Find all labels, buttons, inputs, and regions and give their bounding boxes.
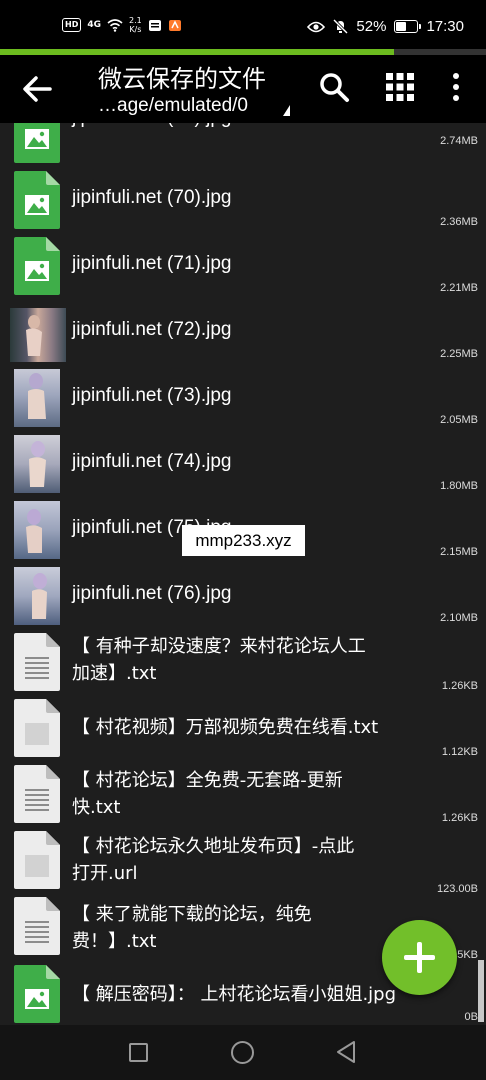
search-button[interactable] [316, 69, 354, 107]
hd-badge: HD [62, 18, 82, 32]
file-row[interactable]: jipinfuli.net (69).jpg 2.74MB [0, 123, 486, 171]
page-title: 微云保存的文件 [98, 65, 266, 93]
back-button[interactable] [18, 71, 58, 107]
grid-view-button[interactable] [382, 69, 418, 105]
text-file-icon [14, 699, 60, 757]
photo-thumbnail [14, 567, 60, 625]
mute-icon [333, 19, 349, 34]
status-right: 52% 17:30 [307, 18, 464, 35]
file-row[interactable]: jipinfuli.net (70).jpg 2.36MB [0, 171, 486, 237]
file-size: 1.26KB [441, 680, 478, 692]
file-name-line1: 【 村花论坛】全免费-无套路-更新 [72, 770, 343, 791]
plus-icon-vertical [417, 942, 422, 973]
net-speed-unit: K/s [129, 25, 142, 34]
file-row[interactable]: jipinfuli.net (76).jpg 2.10MB [0, 567, 486, 633]
file-list: jipinfuli.net (69).jpg 2.74MB jipinfuli.… [0, 123, 486, 1025]
file-row[interactable]: jipinfuli.net (73).jpg 2.05MB [0, 369, 486, 435]
image-file-icon [14, 171, 60, 229]
text-file-icon [14, 831, 60, 889]
file-row[interactable]: 【 村花视频】万部视频免费在线看.txt 1.12KB [0, 699, 486, 765]
file-name: jipinfuli.net (74).jpg [72, 451, 232, 472]
file-name: jipinfuli.net (71).jpg [72, 253, 232, 274]
scrollbar-thumb[interactable] [478, 960, 484, 1022]
file-name-line1: 【 村花论坛永久地址发布页】-点此 [72, 836, 355, 857]
back-triangle-icon[interactable] [335, 1040, 357, 1064]
status-left: HD 4G 2.1 K/s [62, 16, 182, 34]
file-size: 1.80MB [440, 480, 478, 492]
file-name-line1: 【 有种子却没速度？来村花论坛人工 [72, 636, 366, 657]
file-row[interactable]: jipinfuli.net (71).jpg 2.21MB [0, 237, 486, 303]
file-size: 1.12KB [441, 746, 478, 758]
photo-thumbnail [14, 501, 60, 559]
file-size: 123.00B [437, 883, 478, 895]
home-circle-icon[interactable] [231, 1041, 254, 1064]
grid-view-icon [386, 73, 414, 101]
more-vert-icon [453, 73, 459, 101]
file-name-line2: 费！】.txt [72, 931, 157, 952]
file-size: 0B [464, 1011, 478, 1023]
eye-icon [307, 21, 326, 32]
file-size: 2.74MB [440, 135, 478, 147]
photo-thumbnail [14, 435, 60, 493]
file-row[interactable]: 【 有种子却没速度？来村花论坛人工 加速】.txt 1.26KB [0, 633, 486, 699]
watermark-label: mmp233.xyz [182, 525, 305, 556]
system-nav-bar [0, 1025, 486, 1080]
back-arrow-icon [23, 76, 52, 102]
file-name: jipinfuli.net (76).jpg [72, 583, 232, 604]
photo-thumbnail [10, 308, 66, 362]
text-file-icon [14, 897, 60, 955]
app-notification-icon [168, 19, 181, 31]
battery-level [396, 22, 407, 31]
clock: 17:30 [426, 18, 464, 35]
file-name-line2: 打开.url [72, 863, 138, 884]
file-size: 2.05MB [440, 414, 478, 426]
file-name-line2: 加速】.txt [72, 663, 157, 684]
file-row[interactable]: jipinfuli.net (72).jpg 2.25MB [0, 303, 486, 369]
file-name: jipinfuli.net (73).jpg [72, 385, 232, 406]
status-bar: HD 4G 2.1 K/s 52% 17:30 [0, 0, 486, 52]
file-name: jipinfuli.net (69).jpg [72, 123, 231, 131]
network-label: 4G [87, 20, 101, 30]
more-options-button[interactable] [440, 69, 472, 105]
file-name: 【 解压密码】： 上村花论坛看小姐姐.jpg [72, 984, 397, 1005]
file-size: 2.10MB [440, 612, 478, 624]
file-name: 【 村花视频】万部视频免费在线看.txt [72, 717, 379, 738]
battery-icon [394, 20, 422, 33]
file-name: jipinfuli.net (70).jpg [72, 187, 232, 208]
net-speed-value: 2.1 [129, 16, 142, 25]
text-file-icon [14, 765, 60, 823]
file-size: 2.21MB [440, 282, 478, 294]
photo-thumbnail [14, 369, 60, 427]
text-file-icon [14, 633, 60, 691]
file-size: 2.25MB [440, 348, 478, 360]
message-icon [148, 19, 161, 31]
toolbar: 微云保存的文件 …age/emulated/0 [0, 55, 486, 123]
add-button[interactable] [382, 920, 457, 995]
wifi-icon [107, 18, 123, 32]
image-file-icon [14, 237, 60, 295]
file-row[interactable]: jipinfuli.net (74).jpg 1.80MB [0, 435, 486, 501]
file-name: jipinfuli.net (72).jpg [72, 319, 232, 340]
file-row[interactable]: 【 村花论坛】全免费-无套路-更新 快.txt 1.26KB [0, 765, 486, 831]
file-name-line1: 【 来了就能下载的论坛，纯免 [72, 904, 312, 925]
file-name-line2: 快.txt [72, 797, 121, 818]
dropdown-caret-icon[interactable] [283, 105, 290, 116]
search-icon [320, 73, 349, 102]
net-speed: 2.1 K/s [129, 16, 142, 34]
recents-square-icon[interactable] [129, 1043, 148, 1062]
path-dropdown[interactable]: …age/emulated/0 [98, 95, 248, 117]
file-size: 2.36MB [440, 216, 478, 228]
image-file-icon [14, 965, 60, 1023]
file-row[interactable]: 【 村花论坛永久地址发布页】-点此 打开.url 123.00B [0, 831, 486, 897]
file-size: 2.15MB [440, 546, 478, 558]
file-size: 1.26KB [441, 812, 478, 824]
battery-percent: 52% [356, 18, 387, 35]
image-file-icon [14, 123, 60, 163]
